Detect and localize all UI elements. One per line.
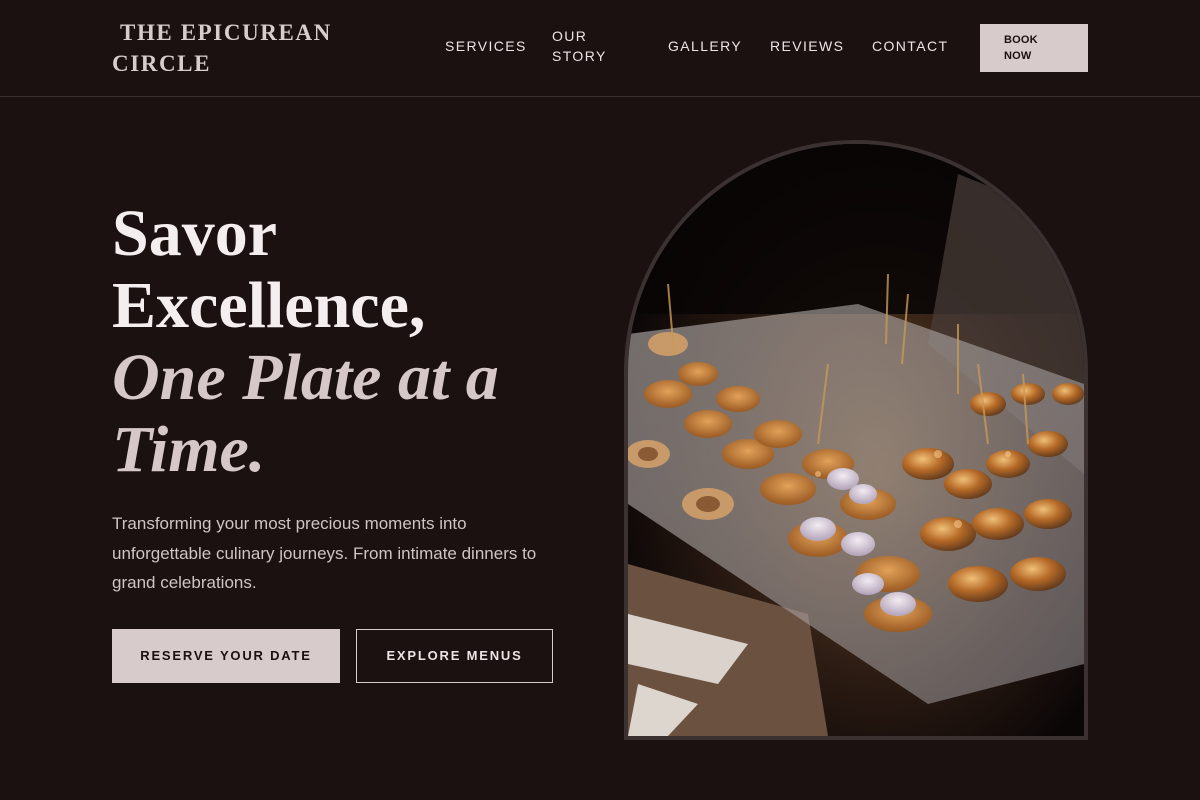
book-now-button[interactable]: BOOK NOW (980, 24, 1088, 72)
nav-contact[interactable]: CONTACT (872, 36, 948, 56)
headline-italic: One Plate at a Time. (112, 341, 499, 486)
hero-subtext: Transforming your most precious moments … (112, 514, 537, 592)
canape-platter-illustration (628, 144, 1084, 736)
headline-line-1: Savor (112, 197, 277, 270)
nav-our-story[interactable]: OUR STORY (552, 26, 622, 66)
site-logo[interactable]: THE EPICUREAN CIRCLE (112, 17, 352, 79)
hero-headline: Savor Excellence, One Plate at a Time. (112, 198, 582, 486)
hero-food-image (624, 140, 1088, 740)
headline-line-2: Excellence, (112, 269, 426, 342)
explore-menus-button[interactable]: EXPLORE MENUS (356, 629, 553, 683)
nav-reviews[interactable]: REVIEWS (770, 36, 844, 56)
reserve-date-button[interactable]: RESERVE YOUR DATE (112, 629, 340, 683)
nav-services[interactable]: SERVICES (445, 36, 527, 56)
site-header: THE EPICUREAN CIRCLE SERVICES OUR STORY … (0, 0, 1200, 97)
nav-gallery[interactable]: GALLERY (668, 36, 742, 56)
